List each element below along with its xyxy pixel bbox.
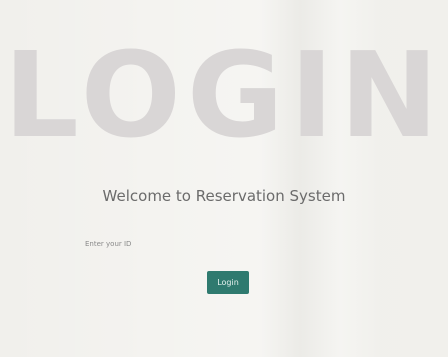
id-input[interactable] — [150, 236, 350, 250]
welcome-heading: Welcome to Reservation System — [102, 187, 346, 205]
id-field-label: Enter your ID — [85, 240, 132, 248]
login-button[interactable]: Login — [207, 271, 249, 294]
login-hero-title: LOGIN — [3, 26, 445, 164]
login-page: LOGIN Welcome to Reservation System Ente… — [0, 0, 448, 357]
